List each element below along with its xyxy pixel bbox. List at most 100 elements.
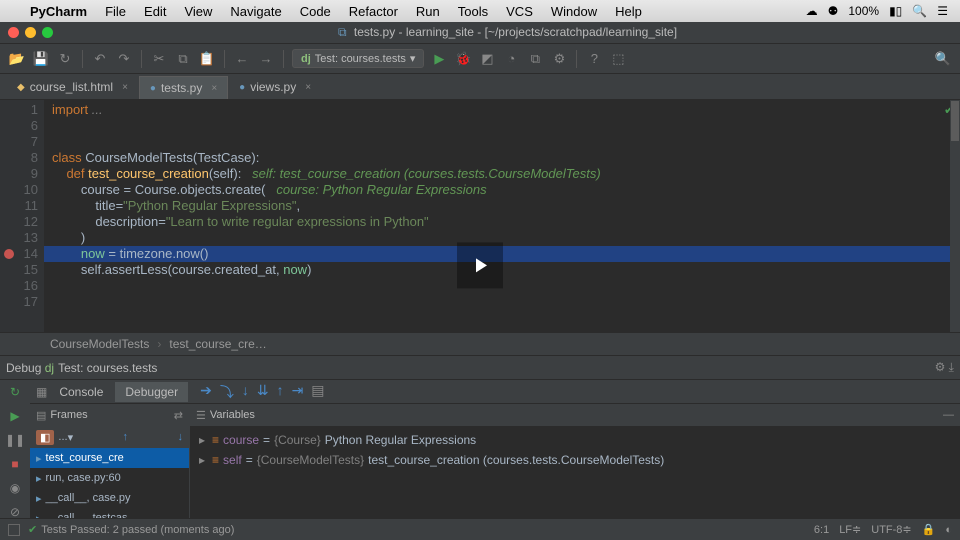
line-ending[interactable]: LF≑ (839, 523, 861, 536)
expand-icon[interactable]: ▸ (196, 433, 208, 447)
breadcrumb-class[interactable]: CourseModelTests (50, 337, 149, 351)
gear-icon[interactable]: ⚙ ⤓ (935, 360, 954, 375)
help-icon[interactable]: ? (585, 50, 603, 68)
back-icon[interactable]: ← (233, 50, 251, 68)
menu-refactor[interactable]: Refactor (349, 4, 398, 19)
tests-passed-icon: ✔ (28, 523, 37, 536)
step-into-icon[interactable]: ↓ (242, 382, 249, 402)
open-file-icon[interactable]: 📂 (8, 50, 26, 68)
field-icon: ≡ (212, 453, 219, 467)
sync-icon[interactable]: ↻ (56, 50, 74, 68)
layout-icon[interactable]: ▦ (36, 385, 47, 399)
app-name[interactable]: PyCharm (30, 4, 87, 19)
debug-title: Debug (6, 361, 41, 375)
play-overlay-icon[interactable] (457, 242, 503, 288)
resume-icon[interactable]: ▶ (7, 408, 23, 424)
cursor-position[interactable]: 6:1 (814, 524, 829, 536)
save-icon[interactable]: 💾 (32, 50, 50, 68)
coverage-icon[interactable]: ◩ (478, 50, 496, 68)
debug-button-icon[interactable]: 🐞 (454, 50, 472, 68)
debug-tabs: ▦ Console Debugger ➔ ⤵ ↓ ⇊ ↑ ⇥ ▤ (30, 380, 960, 404)
tab-tests[interactable]: ● tests.py × (139, 76, 228, 99)
view-breakpoints-icon[interactable]: ◉ (7, 480, 23, 496)
menu-view[interactable]: View (184, 4, 212, 19)
toolwindow-toggle-icon[interactable] (8, 524, 20, 536)
menu-code[interactable]: Code (300, 4, 331, 19)
encoding[interactable]: UTF-8≑ (871, 523, 911, 536)
stop-icon[interactable]: ■ (7, 456, 23, 472)
vcs-icon[interactable]: ⬚ (609, 50, 627, 68)
tests-status[interactable]: Tests Passed: 2 passed (moments ago) (41, 524, 234, 536)
rerun-icon[interactable]: ↻ (7, 384, 23, 400)
force-step-into-icon[interactable]: ⇊ (257, 382, 269, 402)
run-button-icon[interactable]: ▶ (430, 50, 448, 68)
show-execution-point-icon[interactable]: ➔ (200, 382, 212, 402)
window-title: ⧉ tests.py - learning_site - [~/projects… (63, 25, 952, 40)
profile-icon[interactable]: ◔ (502, 50, 520, 68)
frames-nav-icon[interactable]: ⇄ (174, 409, 183, 422)
maximize-window-button[interactable] (42, 27, 53, 38)
menu-navigate[interactable]: Navigate (230, 4, 281, 19)
expand-icon[interactable]: ▸ (196, 453, 208, 467)
cut-icon[interactable]: ✂ (150, 50, 168, 68)
breakpoint-icon[interactable] (4, 249, 14, 259)
variable-row[interactable]: ▸ ≡ course = {Course} Python Regular Exp… (196, 430, 954, 450)
menu-run[interactable]: Run (416, 4, 440, 19)
battery-icon: ▮▯ (889, 4, 902, 18)
search-icon[interactable]: 🔍 (912, 4, 927, 18)
control-center-icon[interactable]: ☰ (937, 4, 948, 18)
code-area[interactable]: import ... class CourseModelTests(TestCa… (44, 100, 960, 332)
minimize-window-button[interactable] (25, 27, 36, 38)
run-to-cursor-icon[interactable]: ⇥ (292, 382, 304, 402)
paste-icon[interactable]: 📋 (198, 50, 216, 68)
variable-row[interactable]: ▸ ≡ self = {CourseModelTests} test_cours… (196, 450, 954, 470)
python-file-icon: ● (239, 82, 245, 93)
variables-panel: ☰ Variables — ▸ ≡ course = {Course} Pyth… (190, 404, 960, 536)
tab-course-list[interactable]: ◆ course_list.html × (6, 75, 139, 99)
frame-item[interactable]: ▸test_course_cre (30, 448, 189, 468)
close-tab-icon[interactable]: × (122, 82, 128, 93)
forward-icon[interactable]: → (257, 50, 275, 68)
attach-icon[interactable]: ⚙ (550, 50, 568, 68)
pause-icon[interactable]: ❚❚ (7, 432, 23, 448)
debug-side-toolbar: ↻ ▶ ❚❚ ■ ◉ ⊘ (0, 380, 30, 536)
menu-window[interactable]: Window (551, 4, 597, 19)
redo-icon[interactable]: ↷ (115, 50, 133, 68)
frame-up-icon[interactable]: ↑ (123, 431, 129, 443)
debug-toolwindow-header[interactable]: Debug dj Test: courses.tests ⚙ ⤓ (0, 356, 960, 380)
menu-tools[interactable]: Tools (458, 4, 488, 19)
frame-item[interactable]: ▸__call__, case.py (30, 488, 189, 508)
menu-edit[interactable]: Edit (144, 4, 166, 19)
copy-icon[interactable]: ⧉ (174, 50, 192, 68)
tab-debugger[interactable]: Debugger (115, 382, 188, 402)
frame-down-icon[interactable]: ↓ (177, 431, 183, 443)
editor-breadcrumb[interactable]: CourseModelTests › test_course_cre… (0, 332, 960, 356)
tab-views[interactable]: ● views.py × (228, 75, 322, 99)
editor-scrollbar[interactable] (950, 100, 960, 332)
system-tray: ☁ ⚉ 100% ▮▯ 🔍 ☰ (806, 4, 948, 18)
menu-vcs[interactable]: VCS (506, 4, 533, 19)
step-over-icon[interactable]: ⤵ (220, 382, 234, 402)
search-everywhere-icon[interactable]: 🔍 (934, 50, 952, 68)
breadcrumb-method[interactable]: test_course_cre… (169, 337, 266, 351)
thread-selector[interactable]: ◧ ... ▾ ↑ ↓ (30, 426, 189, 448)
close-window-button[interactable] (8, 27, 19, 38)
step-out-icon[interactable]: ↑ (277, 382, 284, 402)
editor-gutter[interactable]: 1 6 7 8 9 10 11 12 13 14 15 16 17 (0, 100, 44, 332)
concurrency-icon[interactable]: ⧉ (526, 50, 544, 68)
undo-icon[interactable]: ↶ (91, 50, 109, 68)
hector-icon[interactable]: ◐ (945, 524, 952, 536)
field-icon: ≡ (212, 433, 219, 447)
python-file-icon: ⧉ (338, 25, 347, 39)
evaluate-icon[interactable]: ▤ (311, 382, 324, 402)
menu-file[interactable]: File (105, 4, 126, 19)
run-config-selector[interactable]: dj Test: courses.tests ▾ (292, 49, 424, 68)
close-tab-icon[interactable]: × (305, 82, 311, 93)
collapse-icon[interactable]: — (943, 409, 954, 421)
code-editor[interactable]: 1 6 7 8 9 10 11 12 13 14 15 16 17 import… (0, 100, 960, 332)
frame-item[interactable]: ▸run, case.py:60 (30, 468, 189, 488)
close-tab-icon[interactable]: × (211, 83, 217, 94)
lock-icon[interactable]: 🔒 (922, 523, 936, 536)
tab-console[interactable]: Console (49, 382, 113, 402)
menu-help[interactable]: Help (615, 4, 642, 19)
